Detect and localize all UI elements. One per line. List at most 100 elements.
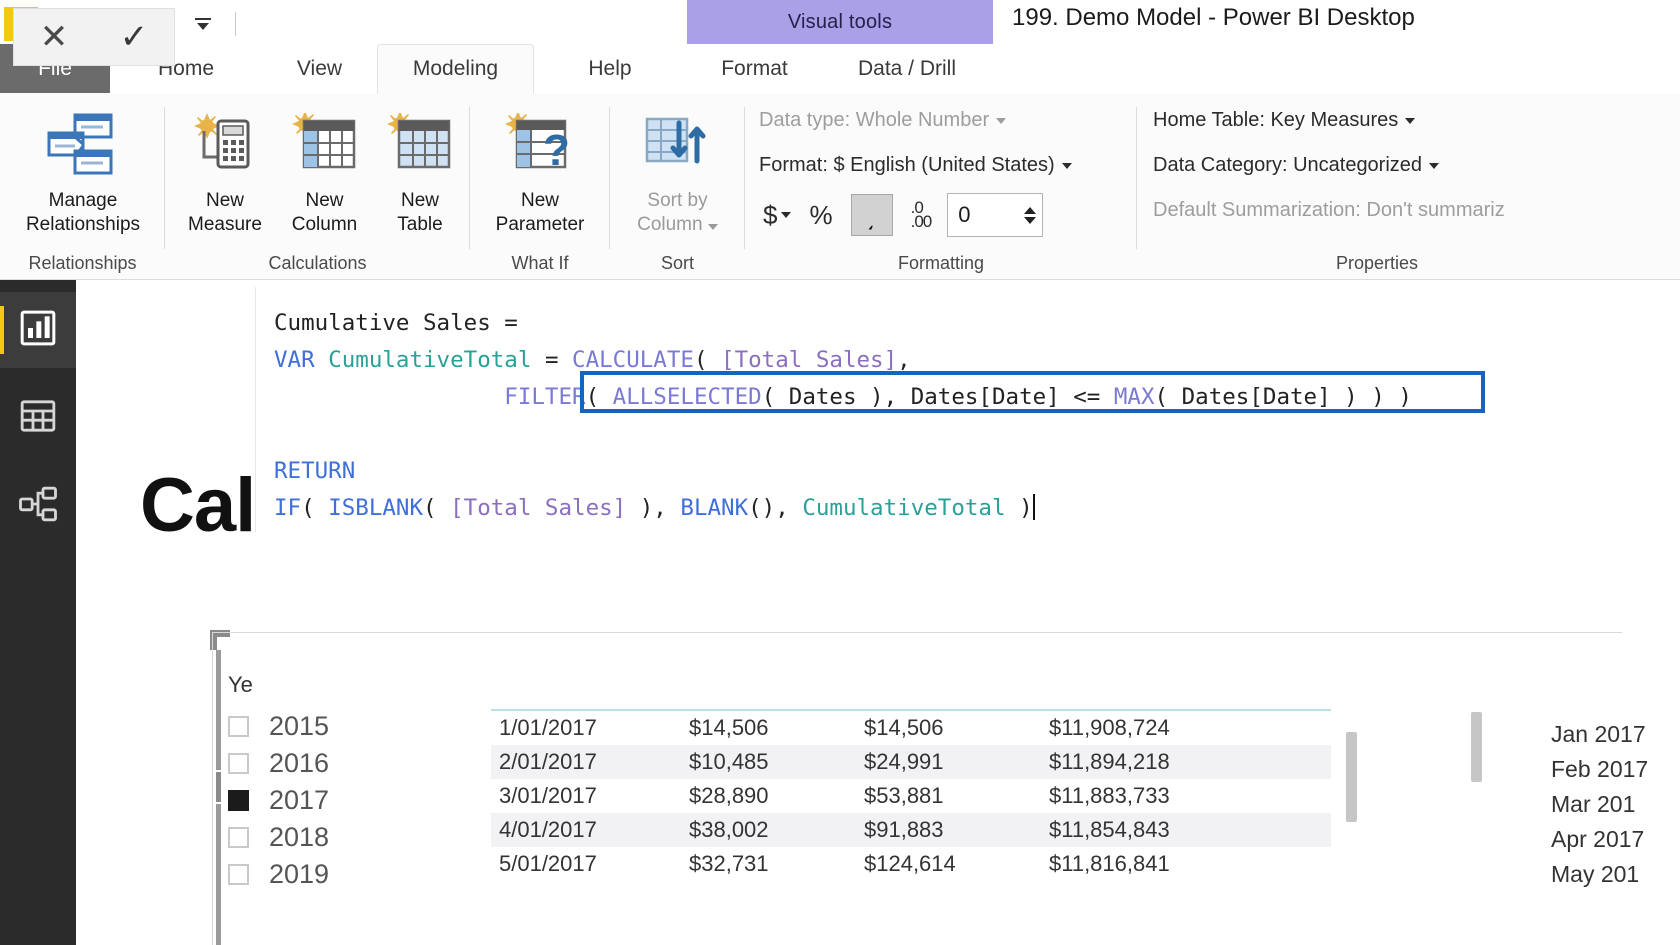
sidebar-item-report-view[interactable] (0, 292, 76, 368)
new-measure-icon (192, 105, 258, 183)
thousands-separator-label: ͵ (867, 199, 876, 230)
table-row[interactable]: 1/01/2017 $14,506 $14,506 $11,908,724 (491, 711, 1331, 745)
stepper-arrows-icon[interactable] (1024, 206, 1037, 224)
format-chevron-down-icon[interactable] (1061, 162, 1072, 169)
slicer-item-2018[interactable]: 2018 (228, 819, 438, 856)
tab-modeling[interactable]: Modeling (377, 44, 534, 94)
new-parameter-button[interactable]: ? New Parameter (475, 105, 605, 237)
month-list-scrollbar[interactable] (1471, 712, 1482, 782)
cancel-formula-icon[interactable]: ✕ (40, 20, 69, 54)
data-category-dropdown[interactable]: Data Category: Uncategorized (1153, 154, 1440, 177)
decimal-places-icon[interactable]: .0 .00 (910, 199, 933, 231)
group-title-what-if: What If (511, 253, 569, 273)
decimal-icon-bottom: .00 (910, 212, 933, 231)
view-navigation-sidebar (0, 280, 76, 945)
table-cell-1: $32,731 (689, 851, 769, 876)
currency-symbol-label: $ (763, 199, 778, 230)
new-measure-line1: New (205, 190, 244, 211)
sidebar-item-model-view[interactable] (0, 468, 76, 544)
new-column-button[interactable]: New Column (277, 105, 372, 237)
table-cell-2: $91,883 (864, 817, 944, 842)
table-cell-1: $14,506 (689, 715, 769, 740)
month-list-item[interactable]: Jan 2017 (1551, 717, 1671, 752)
manage-relationships-line1: Manage (48, 190, 118, 211)
table-cell-2: $24,991 (864, 749, 944, 774)
slicer-item-label: 2016 (269, 748, 330, 778)
table-cell-3: $11,894,218 (1049, 749, 1170, 774)
currency-chevron-down-icon[interactable] (781, 212, 792, 218)
ribbon: Manage Relationships Relationships New Mea… (0, 93, 1680, 280)
new-table-line1: New (400, 190, 439, 211)
slicer-item-2015[interactable]: 2015 (228, 708, 438, 745)
month-list-item[interactable]: Apr 2017 (1551, 822, 1671, 857)
group-title-sort: Sort (660, 253, 694, 273)
table-cell-3: $11,883,733 (1049, 783, 1170, 808)
new-column-line2: Column (291, 214, 358, 235)
sort-by-column-button[interactable]: Sort by Column (620, 105, 735, 237)
table-cell-2: $53,881 (864, 783, 944, 808)
table-row[interactable]: 2/01/2017 $10,485 $24,991 $11,894,218 (491, 745, 1331, 779)
checkbox-2017[interactable] (228, 790, 249, 811)
sort-by-column-chevron-down-icon[interactable] (707, 224, 718, 230)
home-table-label: Home Table: Key Measures (1153, 109, 1399, 131)
slicer-item-2016[interactable]: 2016 (228, 745, 438, 782)
percent-format-button[interactable]: % (809, 200, 832, 231)
month-list-item[interactable]: Mar 201 (1551, 787, 1671, 822)
group-title-formatting: Formatting (897, 253, 985, 273)
format-label: Format: $ English (United States) (759, 154, 1055, 176)
accept-formula-icon[interactable]: ✓ (120, 20, 149, 54)
slicer-item-label: 2019 (269, 859, 330, 889)
decimal-places-stepper[interactable]: 0 (947, 193, 1044, 237)
group-title-properties: Properties (1335, 253, 1419, 273)
home-table-dropdown[interactable]: Home Table: Key Measures (1153, 109, 1416, 132)
checkbox-2016[interactable] (228, 753, 249, 774)
slicer-item-2017[interactable]: 2017 (228, 782, 438, 819)
table-cell-0: 4/01/2017 (499, 817, 597, 842)
tab-help[interactable]: Help (534, 44, 686, 94)
year-slicer-title: Ye (228, 672, 253, 697)
slicer-item-label: 2018 (269, 822, 330, 852)
new-table-button[interactable]: New Table (375, 105, 465, 237)
checkbox-2018[interactable] (228, 827, 249, 848)
data-type-chevron-down-icon[interactable] (996, 117, 1007, 124)
new-parameter-icon: ? (505, 105, 575, 183)
thousands-separator-toggle[interactable]: ͵ (850, 194, 893, 236)
slicer-item-2019[interactable]: 2019 (228, 856, 438, 893)
table-row[interactable]: 4/01/2017 $38,002 $91,883 $11,854,843 (491, 813, 1331, 847)
formatting-toolbar: $ % ͵ .0 .00 0 (763, 193, 1044, 237)
tab-format[interactable]: Format (687, 44, 822, 94)
format-dropdown[interactable]: Format: $ English (United States) (759, 154, 1072, 177)
customize-qat-icon[interactable] (183, 4, 223, 44)
currency-format-button[interactable]: $ (763, 199, 792, 231)
tab-data-drill[interactable]: Data / Drill (822, 44, 992, 94)
default-summarization-dropdown[interactable]: Default Summarization: Don't summariz (1153, 199, 1505, 222)
manage-relationships-button[interactable]: Manage Relationships (8, 105, 158, 237)
home-table-chevron-down-icon[interactable] (1405, 117, 1416, 124)
new-table-line2: Table (397, 214, 443, 235)
table-icon (18, 396, 58, 441)
ribbon-group-calculations: New Measure New Column New Table Calcula… (165, 93, 470, 280)
window-title: 199. Demo Model - Power BI Desktop (1012, 4, 1415, 31)
dax-line-4: RETURN (274, 458, 356, 484)
sidebar-item-data-view[interactable] (0, 380, 76, 456)
formula-bar-actions: ✕ ✓ (13, 8, 175, 66)
table-cell-3: $11,854,843 (1049, 817, 1170, 842)
table-vertical-scrollbar[interactable] (1346, 732, 1357, 822)
sort-by-column-icon (643, 105, 713, 183)
checkbox-2015[interactable] (228, 716, 249, 737)
data-type-dropdown[interactable]: Data type: Whole Number (759, 109, 1007, 132)
ribbon-group-what-if: ? New Parameter What If (470, 93, 610, 280)
table-row[interactable]: 3/01/2017 $28,890 $53,881 $11,883,733 (491, 779, 1331, 813)
power-bi-desktop-window: Visual tools 199. Demo Model - Power BI … (0, 0, 1680, 945)
month-list-item[interactable]: May 201 (1551, 857, 1671, 892)
text-cursor (1032, 494, 1035, 520)
table-cell-3: $11,908,724 (1049, 715, 1170, 740)
checkbox-2019[interactable] (228, 864, 249, 885)
new-measure-button[interactable]: New Measure (175, 105, 275, 237)
dax-formula-editor[interactable]: Cumulative Sales = VAR CumulativeTotal = … (255, 287, 1680, 532)
tab-view[interactable]: View (262, 44, 377, 94)
data-category-chevron-down-icon[interactable] (1429, 162, 1440, 169)
month-list-item[interactable]: Feb 2017 (1551, 752, 1671, 787)
page-title: Cal (140, 463, 256, 548)
table-row[interactable]: 5/01/2017 $32,731 $124,614 $11,816,841 (491, 847, 1331, 881)
